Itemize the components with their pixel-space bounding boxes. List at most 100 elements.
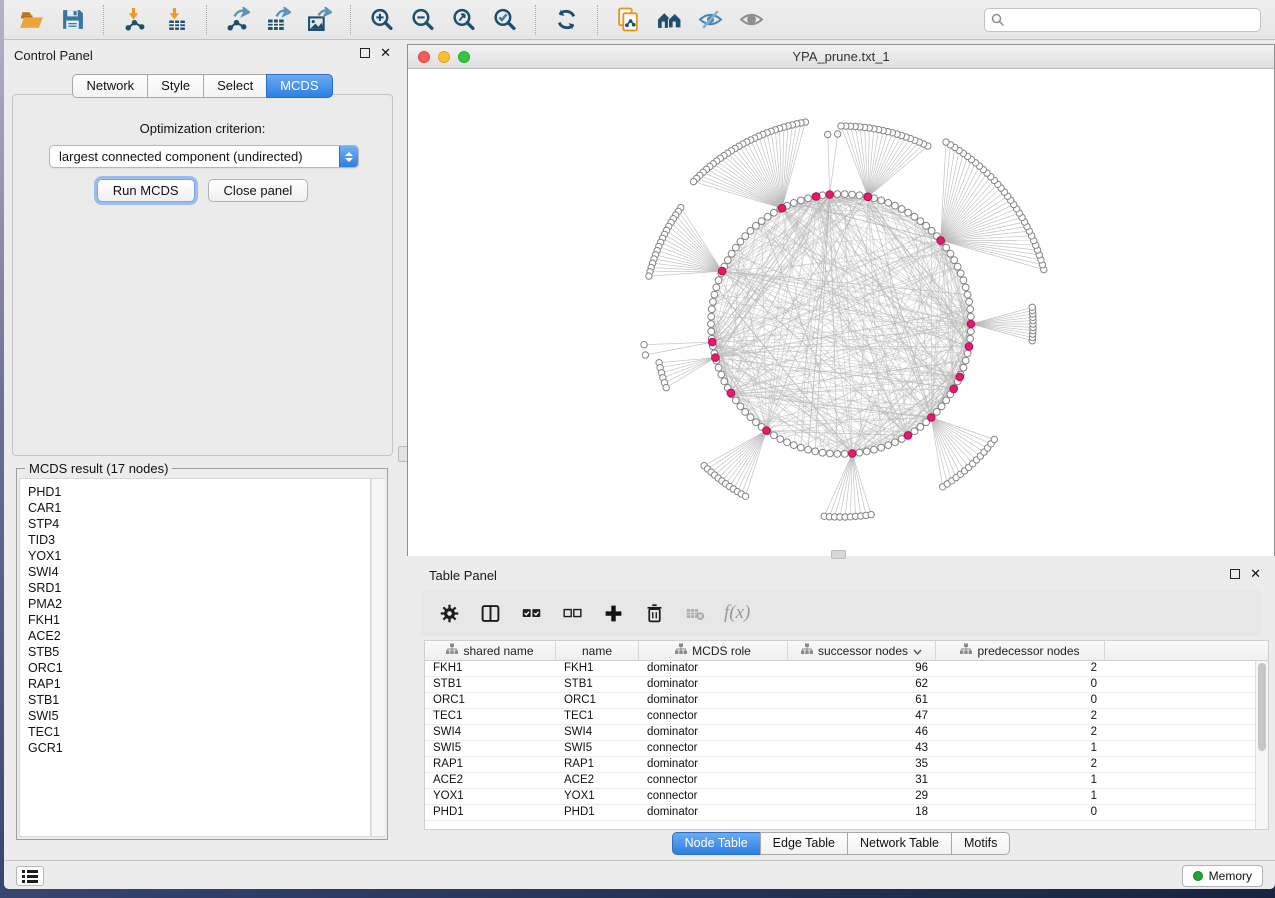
- toolbar-separator: [103, 5, 104, 35]
- memory-button[interactable]: Memory: [1182, 865, 1263, 887]
- export-table-icon[interactable]: [265, 6, 292, 33]
- table-scrollbar[interactable]: [1255, 661, 1268, 829]
- mcds-result-item[interactable]: CAR1: [20, 500, 370, 516]
- zoom-in-icon[interactable]: [368, 6, 395, 33]
- mcds-result-item[interactable]: STB5: [20, 644, 370, 660]
- table-row[interactable]: TEC1TEC1connector472: [425, 709, 1268, 725]
- mcds-result-title: MCDS result (17 nodes): [25, 461, 172, 476]
- table-row[interactable]: SWI5SWI5connector431: [425, 741, 1268, 757]
- table-row[interactable]: SWI4SWI4dominator462: [425, 725, 1268, 741]
- mcds-result-item[interactable]: YOX1: [20, 548, 370, 564]
- app-window: Control Panel ✕ NetworkStyleSelectMCDS O…: [4, 0, 1275, 889]
- refresh-view-icon[interactable]: [553, 6, 580, 33]
- table-cell: RAP1: [425, 757, 556, 772]
- tab-edge-table[interactable]: Edge Table: [760, 832, 848, 855]
- zoom-fit-icon[interactable]: [450, 6, 477, 33]
- table-cell: 61: [788, 693, 936, 708]
- toolbar-separator: [206, 5, 207, 35]
- table-cell: SWI4: [556, 725, 639, 740]
- select-all-icon[interactable]: [519, 601, 543, 625]
- close-panel-icon[interactable]: ✕: [380, 48, 391, 58]
- table-cell: [1105, 741, 1268, 756]
- table-row[interactable]: RAP1RAP1dominator352: [425, 757, 1268, 773]
- go-home-icon[interactable]: [656, 6, 683, 33]
- table-cell: connector: [639, 741, 788, 756]
- mcds-result-item[interactable]: PHD1: [20, 484, 370, 500]
- table-cell: connector: [639, 789, 788, 804]
- table-row[interactable]: ORC1ORC1dominator610: [425, 693, 1268, 709]
- table-row[interactable]: STB1STB1dominator620: [425, 677, 1268, 693]
- table-cell: ACE2: [425, 773, 556, 788]
- column-header-successor-nodes[interactable]: successor nodes: [788, 641, 936, 660]
- table-row[interactable]: PHD1PHD1dominator180: [425, 805, 1268, 821]
- save-session-icon[interactable]: [59, 6, 86, 33]
- search-input[interactable]: [984, 8, 1261, 32]
- mcds-result-item[interactable]: RAP1: [20, 676, 370, 692]
- mcds-result-item[interactable]: PMA2: [20, 596, 370, 612]
- mcds-result-item[interactable]: SRD1: [20, 580, 370, 596]
- tab-select[interactable]: Select: [203, 74, 267, 98]
- tab-motifs[interactable]: Motifs: [951, 832, 1010, 855]
- table-cell: SWI5: [425, 741, 556, 756]
- table-scrollbar-thumb[interactable]: [1258, 663, 1266, 751]
- close-panel-icon[interactable]: ✕: [1250, 569, 1261, 579]
- node-table: shared namenameMCDS rolesuccessor nodesp…: [424, 640, 1269, 830]
- open-session-icon[interactable]: [18, 6, 45, 33]
- task-history-button[interactable]: [16, 866, 44, 886]
- memory-label: Memory: [1209, 869, 1252, 883]
- close-panel-button[interactable]: Close panel: [208, 179, 309, 202]
- import-table-icon[interactable]: [162, 6, 189, 33]
- table-panel-title: Table Panel: [429, 568, 497, 583]
- mcds-result-item[interactable]: ACE2: [20, 628, 370, 644]
- zoom-selected-icon[interactable]: [491, 6, 518, 33]
- network-edges: [644, 122, 1044, 517]
- zoom-out-icon[interactable]: [409, 6, 436, 33]
- toolbar-separator: [597, 5, 598, 35]
- hide-graphics-details-icon[interactable]: [697, 6, 724, 33]
- column-header-mcds-role[interactable]: MCDS role: [639, 641, 788, 660]
- optimization-criterion-select[interactable]: largest connected component (undirected): [49, 145, 359, 168]
- run-mcds-button[interactable]: Run MCDS: [97, 179, 195, 202]
- table-row[interactable]: YOX1YOX1connector291: [425, 789, 1268, 805]
- shared-column-icon: [675, 643, 687, 658]
- export-network-icon[interactable]: [224, 6, 251, 33]
- table-row[interactable]: FKH1FKH1dominator962: [425, 661, 1268, 677]
- mcds-result-item[interactable]: SWI4: [20, 564, 370, 580]
- show-columns-icon[interactable]: [478, 601, 502, 625]
- mcds-result-item[interactable]: FKH1: [20, 612, 370, 628]
- tab-network[interactable]: Network: [72, 74, 148, 98]
- table-row[interactable]: ACE2ACE2connector311: [425, 773, 1268, 789]
- export-image-icon[interactable]: [306, 6, 333, 33]
- delete-table-icon-disabled: [683, 601, 707, 625]
- mcds-result-item[interactable]: SWI5: [20, 708, 370, 724]
- import-network-icon[interactable]: [121, 6, 148, 33]
- table-cell: [1105, 757, 1268, 772]
- table-cell: TEC1: [425, 709, 556, 724]
- mcds-result-item[interactable]: STB1: [20, 692, 370, 708]
- mcds-result-list[interactable]: PHD1CAR1STP4TID3YOX1SWI4SRD1PMA2FKH1ACE2…: [19, 478, 371, 837]
- mcds-result-item[interactable]: GCR1: [20, 740, 370, 756]
- tab-style[interactable]: Style: [147, 74, 204, 98]
- mcds-result-item[interactable]: STP4: [20, 516, 370, 532]
- mcds-result-item[interactable]: ORC1: [20, 660, 370, 676]
- tab-node-table[interactable]: Node Table: [672, 832, 761, 855]
- mcds-result-item[interactable]: TEC1: [20, 724, 370, 740]
- show-graphics-details-icon[interactable]: [738, 6, 765, 33]
- add-column-icon[interactable]: [601, 601, 625, 625]
- tab-mcds[interactable]: MCDS: [266, 74, 332, 98]
- clone-network-icon[interactable]: [615, 6, 642, 33]
- float-panel-icon[interactable]: [360, 48, 370, 58]
- table-settings-gear-icon[interactable]: [437, 601, 461, 625]
- column-header-shared-name[interactable]: shared name: [425, 641, 556, 660]
- delete-column-icon[interactable]: [642, 601, 666, 625]
- horizontal-splitter-grip[interactable]: [831, 550, 846, 559]
- tab-network-table[interactable]: Network Table: [847, 832, 952, 855]
- column-header-name[interactable]: name: [556, 641, 639, 660]
- mcds-result-item[interactable]: TID3: [20, 532, 370, 548]
- deselect-all-icon[interactable]: [560, 601, 584, 625]
- mcds-list-scrollbar[interactable]: [371, 478, 385, 837]
- network-window-titlebar[interactable]: YPA_prune.txt_1: [408, 45, 1274, 69]
- column-header-predecessor-nodes[interactable]: predecessor nodes: [936, 641, 1105, 660]
- float-panel-icon[interactable]: [1230, 569, 1240, 579]
- network-canvas[interactable]: [408, 69, 1274, 556]
